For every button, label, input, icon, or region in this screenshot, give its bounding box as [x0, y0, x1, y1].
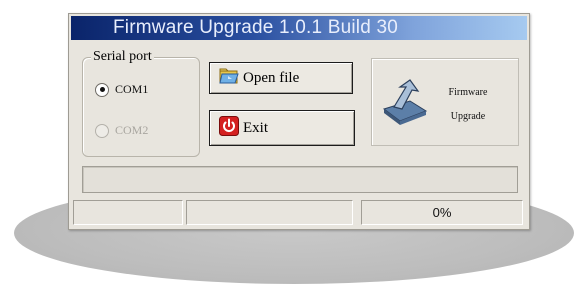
firmware-upgrade-button[interactable]: Firmware Upgrade [371, 58, 519, 146]
open-file-button[interactable]: Open file [209, 62, 353, 94]
exit-label: Exit [243, 119, 268, 136]
upgrade-progress-bar [82, 166, 518, 193]
com2-label: COM2 [115, 123, 149, 137]
com1-label: COM1 [115, 82, 149, 96]
serial-port-group: Serial port COM1 COM2 [82, 48, 200, 157]
status-bar: 0% [73, 200, 525, 225]
upload-arrow-icon [380, 79, 432, 132]
radio-unselected-icon [95, 123, 109, 138]
status-cell-2 [186, 200, 353, 225]
firmware-upgrade-window: Firmware Upgrade 1.0.1 Build 30 Serial p… [68, 13, 530, 230]
open-folder-icon [219, 67, 239, 90]
serial-port-label: Serial port [91, 48, 154, 66]
com1-radio[interactable]: COM1 [95, 82, 148, 97]
status-percent: 0% [361, 200, 523, 225]
window-title: Firmware Upgrade 1.0.1 Build 30 [71, 16, 527, 40]
open-file-label: Open file [243, 69, 300, 86]
firmware-upgrade-label: Firmware Upgrade [448, 87, 488, 122]
com2-radio[interactable]: COM2 [95, 123, 148, 138]
power-icon [219, 115, 239, 141]
exit-button[interactable]: Exit [209, 110, 355, 146]
status-cell-1 [73, 200, 183, 225]
radio-selected-icon [95, 82, 109, 97]
